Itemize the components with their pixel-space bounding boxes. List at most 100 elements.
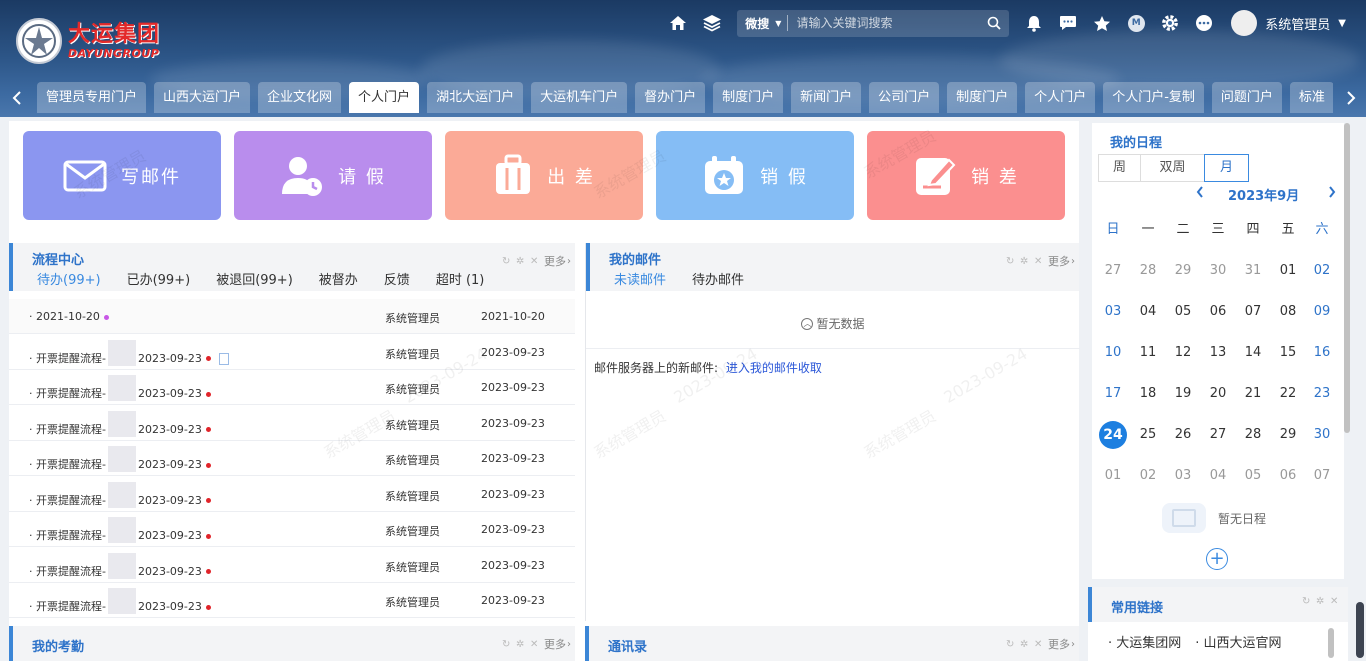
workflow-title[interactable]: · 开票提醒流程- 2023-09-23 — [29, 588, 211, 620]
refresh-icon[interactable]: ↻ — [1302, 597, 1311, 607]
calendar-day[interactable]: 12 — [1166, 336, 1200, 370]
calendar-day[interactable]: 20 — [1201, 377, 1235, 411]
refresh-icon[interactable]: ↻ — [1006, 256, 1015, 266]
calendar-day[interactable]: 14 — [1236, 336, 1270, 370]
calendar-day[interactable]: 03 — [1096, 295, 1130, 329]
workflow-subtab[interactable]: 被督办 — [319, 269, 358, 288]
calendar-day[interactable]: 17 — [1096, 377, 1130, 411]
search-input[interactable] — [788, 16, 988, 30]
m-badge-icon[interactable]: M — [1125, 12, 1147, 34]
portal-tab[interactable]: 个人门户 — [349, 82, 420, 113]
calendar-day[interactable]: 03 — [1166, 459, 1200, 493]
refresh-icon[interactable]: ↻ — [502, 256, 511, 266]
table-row[interactable]: · 开票提醒流程- 2023-09-23 系统管理员 2023-09-23 — [9, 370, 575, 405]
search-icon[interactable] — [987, 16, 1001, 30]
tabs-prev-arrow-icon[interactable] — [6, 82, 28, 113]
calendar-day[interactable]: 01 — [1096, 459, 1130, 493]
calendar-day[interactable]: 29 — [1166, 254, 1200, 288]
portal-tab[interactable]: 大运机车门户 — [531, 82, 628, 113]
link-item[interactable]: · 大运集团网 — [1108, 632, 1181, 651]
business-trip-button[interactable]: 出 差 — [445, 131, 643, 220]
workflow-subtab[interactable]: 待办(99+) — [37, 269, 101, 288]
close-icon[interactable]: ✕ — [1034, 256, 1043, 266]
table-row[interactable]: · 开票提醒流程- 2023-09-23 系统管理员 2023-09-23 — [9, 512, 575, 547]
layers-icon[interactable] — [701, 12, 723, 34]
calendar-day[interactable]: 28 — [1131, 254, 1165, 288]
calendar-day[interactable]: 27 — [1201, 418, 1235, 452]
schedule-scrollbar[interactable] — [1344, 123, 1350, 433]
portal-tab[interactable]: 制度门户 — [947, 82, 1018, 113]
calendar-day[interactable]: 06 — [1271, 459, 1305, 493]
user-name[interactable]: 系统管理员 — [1265, 14, 1330, 33]
chat-icon[interactable] — [1057, 12, 1079, 34]
calendar-day[interactable]: 04 — [1201, 459, 1235, 493]
portal-tab[interactable]: 新闻门户 — [791, 82, 862, 113]
portal-tab[interactable]: 个人门户-复制 — [1103, 82, 1204, 113]
portal-tab[interactable]: 制度门户 — [713, 82, 784, 113]
chevron-down-icon[interactable]: ▼ — [1338, 18, 1346, 29]
refresh-icon[interactable]: ↻ — [502, 639, 511, 649]
calendar-day[interactable]: 04 — [1131, 295, 1165, 329]
workflow-title[interactable]: · 2021-10-20 — [29, 310, 109, 323]
bell-icon[interactable] — [1023, 12, 1045, 34]
calendar-day[interactable]: 27 — [1096, 254, 1130, 288]
tabs-next-arrow-icon[interactable] — [1340, 82, 1362, 113]
calendar-day[interactable]: 24 — [1099, 421, 1127, 449]
company-logo[interactable]: 大运集团 DAYUNGROUP — [16, 18, 160, 64]
calendar-day[interactable]: 18 — [1131, 377, 1165, 411]
table-row[interactable]: · 2021-10-20 系统管理员 2021-10-20 — [9, 299, 575, 334]
table-row[interactable]: · 开票提醒流程- 2023-09-23 系统管理员 2023-09-23 — [9, 583, 575, 618]
close-icon[interactable]: ✕ — [1034, 639, 1043, 649]
portal-tab[interactable]: 山西大运门户 — [154, 82, 251, 113]
calendar-view-1[interactable]: 双周 — [1140, 154, 1205, 182]
add-schedule-button[interactable]: + — [1206, 548, 1228, 570]
calendar-day[interactable]: 07 — [1236, 295, 1270, 329]
calendar-day[interactable]: 15 — [1271, 336, 1305, 370]
calendar-day[interactable]: 13 — [1201, 336, 1235, 370]
more-link[interactable]: 更多 — [1048, 253, 1070, 269]
portal-tab[interactable]: 企业文化网 — [258, 82, 342, 113]
more-link[interactable]: 更多 — [1048, 636, 1070, 652]
mail-subtab[interactable]: 待办邮件 — [692, 269, 744, 288]
workflow-title[interactable]: · 开票提醒流程- 2023-09-23 — [29, 446, 211, 478]
workflow-subtab[interactable]: 被退回(99+) — [216, 269, 293, 288]
calendar-day[interactable]: 29 — [1271, 418, 1305, 452]
table-row[interactable]: · 开票提醒流程- 2023-09-23 系统管理员 2023-09-23 — [9, 476, 575, 514]
calendar-day[interactable]: 22 — [1271, 377, 1305, 411]
collect-mail-link[interactable]: 进入我的邮件收取 — [726, 361, 822, 375]
calendar-day[interactable]: 02 — [1305, 254, 1339, 288]
workflow-subtab[interactable]: 超时 (1) — [436, 269, 485, 288]
calendar-day[interactable]: 09 — [1305, 295, 1339, 329]
calendar-day[interactable]: 10 — [1096, 336, 1130, 370]
page-scrollbar[interactable] — [1356, 602, 1364, 658]
workflow-title[interactable]: · 开票提醒流程- 2023-09-23 — [29, 339, 229, 372]
close-icon[interactable]: ✕ — [530, 256, 539, 266]
more-icon[interactable] — [1193, 12, 1215, 34]
search-type-select[interactable]: 微搜 ▼ — [737, 15, 789, 31]
gear-icon[interactable] — [1159, 12, 1181, 34]
portal-tab[interactable]: 督办门户 — [635, 82, 706, 113]
workflow-subtab[interactable]: 已办(99+) — [127, 269, 191, 288]
calendar-day[interactable]: 26 — [1166, 418, 1200, 452]
calendar-day[interactable]: 05 — [1236, 459, 1270, 493]
avatar[interactable] — [1231, 10, 1258, 36]
calendar-day[interactable]: 01 — [1271, 254, 1305, 288]
settings-icon[interactable]: ✲ — [1020, 256, 1029, 266]
portal-tab[interactable]: 标准 — [1289, 82, 1333, 113]
more-link[interactable]: 更多 — [544, 253, 566, 269]
cancel-trip-button[interactable]: 销 差 — [867, 131, 1065, 220]
calendar-day[interactable]: 07 — [1305, 459, 1339, 493]
calendar-day[interactable]: 21 — [1236, 377, 1270, 411]
workflow-title[interactable]: · 开票提醒流程- 2023-09-23 — [29, 481, 211, 514]
calendar-day[interactable]: 06 — [1201, 295, 1235, 329]
portal-tab[interactable]: 问题门户 — [1211, 82, 1282, 113]
calendar-day[interactable]: 30 — [1201, 254, 1235, 288]
calendar-day[interactable]: 28 — [1236, 418, 1270, 452]
link-item[interactable]: · 山西大运官网 — [1195, 632, 1281, 651]
workflow-title[interactable]: · 开票提醒流程- 2023-09-23 — [29, 410, 211, 443]
mail-subtab[interactable]: 未读邮件 — [614, 269, 666, 288]
cancel-leave-button[interactable]: 销 假 — [656, 131, 854, 220]
links-scrollbar[interactable] — [1328, 628, 1334, 658]
workflow-title[interactable]: · 开票提醒流程- 2023-09-23 — [29, 517, 211, 549]
workflow-subtab[interactable]: 反馈 — [384, 269, 410, 288]
